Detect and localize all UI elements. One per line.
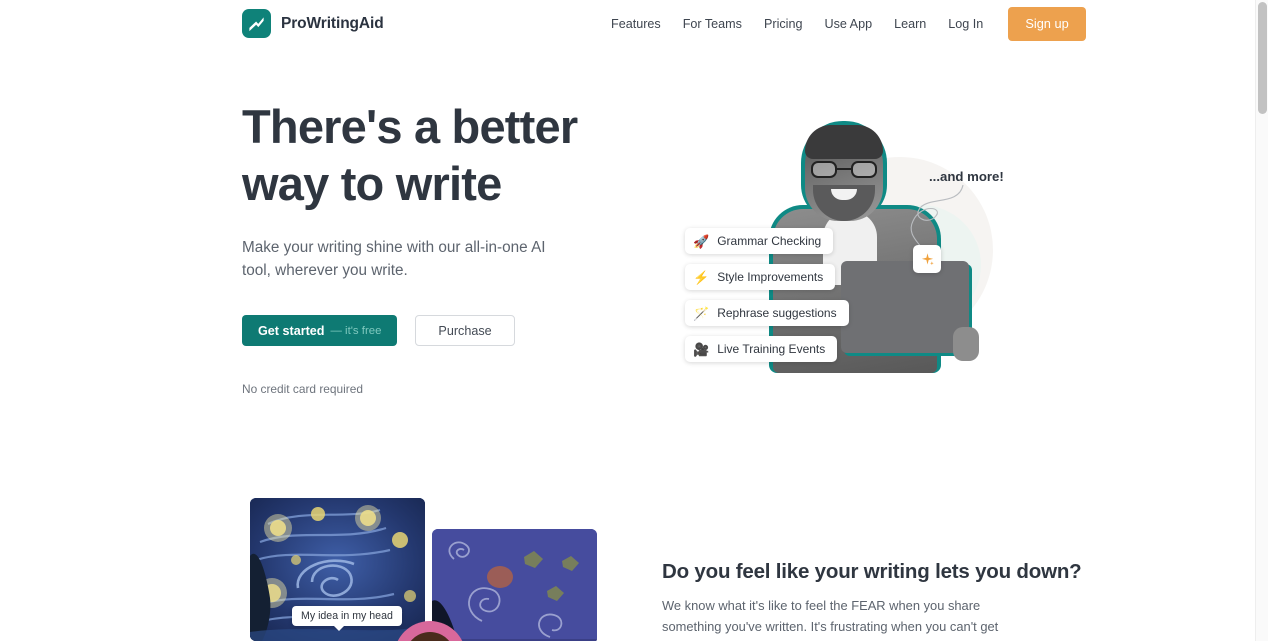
person-hair (805, 125, 883, 159)
feature-chip-live-training-events: 🎥 Live Training Events (685, 336, 838, 362)
lower-section-body: We know what it's like to feel the FEAR … (662, 598, 999, 641)
feature-chip-label: Grammar Checking (717, 234, 822, 248)
hero-cta-group: Get started — it's free Purchase (242, 315, 642, 346)
feature-chip-rephrase-suggestions: 🪄 Rephrase suggestions (685, 300, 849, 326)
nav-for-teams[interactable]: For Teams (672, 11, 753, 37)
and-more-annotation: ...and more! (929, 169, 1004, 184)
comparison-images: My idea in my head (242, 495, 622, 641)
sparkle-icon (913, 245, 941, 273)
get-started-label: Get started (258, 323, 325, 338)
page-root: ProWritingAid Features For Teams Pricing… (0, 0, 1268, 641)
lightning-icon: ⚡ (693, 269, 710, 285)
hero-title-line-1: There's a better (242, 100, 578, 153)
nav-use-app[interactable]: Use App (813, 11, 883, 37)
feature-chip-list: 🚀 Grammar Checking ⚡ Style Improvements … (685, 228, 849, 362)
hero-subtitle: Make your writing shine with our all-in-… (242, 239, 546, 279)
purchase-button[interactable]: Purchase (415, 315, 515, 346)
glasses-icon (811, 161, 877, 178)
feature-chip-label: Live Training Events (717, 342, 826, 356)
feature-chip-label: Style Improvements (717, 270, 824, 284)
lower-section-title: Do you feel like your writing lets you d… (662, 560, 1082, 583)
page-scrollbar-thumb[interactable] (1258, 2, 1267, 114)
nav-features[interactable]: Features (600, 11, 672, 37)
image-caption-badge: My idea in my head (292, 606, 402, 631)
brand-name: ProWritingAid (281, 14, 384, 32)
hero-illustration: ...and more! 🚀 Grammar Checking ⚡ Style … (655, 105, 1015, 395)
rocket-icon: 🚀 (693, 233, 710, 249)
magic-wand-icon: 🪄 (693, 305, 710, 321)
get-started-button[interactable]: Get started — it's free (242, 315, 398, 346)
no-credit-card-note: No credit card required (242, 382, 363, 396)
feature-chip-label: Rephrase suggestions (717, 306, 837, 320)
crude-drawing-image (432, 529, 597, 641)
nav-pricing[interactable]: Pricing (753, 11, 814, 37)
get-started-suffix: — it's free (330, 324, 382, 337)
site-header: ProWritingAid Features For Teams Pricing… (0, 0, 1256, 48)
page-title: There's a better way to write (242, 98, 642, 212)
nav-log-in[interactable]: Log In (937, 11, 994, 37)
feature-chip-style-improvements: ⚡ Style Improvements (685, 264, 836, 290)
sign-up-button[interactable]: Sign up (1008, 7, 1086, 41)
person-hand (953, 327, 979, 361)
laptop-icon (841, 261, 969, 353)
hero-title-line-2: way to write (242, 157, 502, 210)
lower-section: Do you feel like your writing lets you d… (662, 560, 1082, 641)
brand-logo-link[interactable]: ProWritingAid (242, 9, 384, 38)
nav-learn[interactable]: Learn (883, 11, 937, 37)
main-navigation: Features For Teams Pricing Use App Learn… (600, 0, 1086, 48)
book-check-logo-icon (242, 9, 271, 38)
video-camera-icon: 🎥 (693, 341, 710, 357)
page-scrollbar-track[interactable] (1255, 0, 1268, 641)
hero-section: There's a better way to write Make your … (242, 98, 642, 396)
feature-chip-grammar-checking: 🚀 Grammar Checking (685, 228, 834, 254)
